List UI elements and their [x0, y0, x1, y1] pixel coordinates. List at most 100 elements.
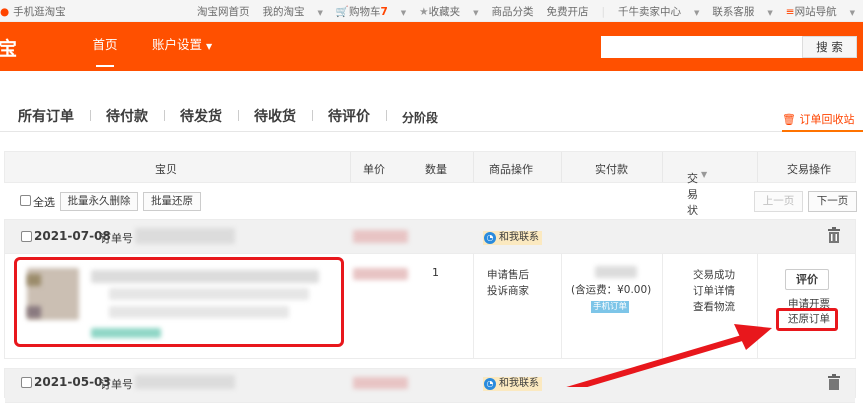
- prev-page-button[interactable]: 上一页: [754, 191, 803, 212]
- divider: [561, 152, 562, 182]
- order-checkbox[interactable]: [21, 231, 32, 242]
- site-topbar: ● 手机逛淘宝 淘宝网首页 我的淘宝 ▼ 🛒购物车7 ▼ ★收藏夹 ▼ 商品分类 免费开…: [0, 0, 863, 22]
- divider: [473, 254, 474, 358]
- mobile-taobao-link[interactable]: ● 手机逛淘宝: [0, 4, 66, 19]
- order-number-label: 订单号: [100, 378, 133, 391]
- main-header: 宝 首页 账户设置 ▼ 搜 索: [0, 22, 863, 71]
- cart-icon: 🛒: [335, 6, 349, 18]
- order-detail-link[interactable]: 订单详情: [689, 283, 739, 299]
- chevron-down-icon: ▼: [317, 9, 323, 17]
- after-sale-link[interactable]: 申请售后: [487, 267, 529, 283]
- tab-installment[interactable]: 分阶段: [402, 109, 438, 126]
- search-input[interactable]: [601, 36, 802, 58]
- item-ops: 申请售后 投诉商家: [487, 267, 529, 299]
- review-button[interactable]: 评价: [785, 269, 829, 290]
- divider: [90, 110, 91, 121]
- order-table-header: 宝贝 单价 数量 商品操作 实付款 交易状态▼ 交易操作: [4, 151, 856, 233]
- complain-link[interactable]: 投诉商家: [487, 283, 529, 299]
- chat-icon: ◔: [484, 378, 496, 390]
- service-link[interactable]: 联系客服 ▼: [712, 4, 772, 19]
- nav-home[interactable]: 首页: [82, 22, 128, 71]
- col-unit-price: 单价: [363, 163, 385, 176]
- divider: [662, 152, 663, 182]
- chevron-down-icon: ▼: [694, 9, 700, 17]
- status-success: 交易成功: [693, 269, 735, 281]
- batch-delete-button[interactable]: 批量永久删除: [60, 192, 138, 211]
- chevron-down-icon: ▼: [400, 9, 407, 17]
- col-quantity: 数量: [425, 163, 447, 176]
- redacted-unit-price: [353, 268, 408, 280]
- active-underline: [96, 65, 114, 67]
- search-button[interactable]: 搜 索: [802, 36, 857, 58]
- seller-center-link[interactable]: 千牛卖家中心 ▼: [618, 4, 699, 19]
- mobile-order-badge: 手机订单: [591, 301, 629, 313]
- divider: [757, 254, 758, 358]
- select-all-label[interactable]: 全选: [33, 194, 55, 210]
- site-nav-link[interactable]: ≡网站导航 ▼: [786, 4, 855, 19]
- divider: [757, 152, 758, 182]
- chevron-down-icon: ▼: [206, 42, 213, 51]
- chevron-down-icon: ▼: [473, 9, 479, 17]
- trade-status: 交易成功 订单详情 查看物流: [689, 267, 739, 315]
- batch-actions-row: 全选 批量永久删除 批量还原 上一页 下一页: [0, 189, 863, 215]
- divider: [164, 110, 165, 121]
- divider: |: [601, 5, 606, 18]
- order-header: 2021-07-08 订单号 ◔ 和我联系: [5, 220, 855, 254]
- batch-restore-button[interactable]: 批量还原: [143, 192, 201, 211]
- open-shop-link[interactable]: 免费开店: [546, 4, 588, 19]
- chevron-down-icon: ▼: [701, 170, 708, 179]
- divider: [473, 152, 474, 182]
- redacted-shop-name: [353, 230, 408, 243]
- tab-to-pay[interactable]: 待付款: [106, 106, 148, 126]
- topbar-links: 淘宝网首页 我的淘宝 ▼ 🛒购物车7 ▼ ★收藏夹 ▼ 商品分类 免费开店 | 千牛卖…: [184, 4, 855, 19]
- redacted-order-number: [135, 228, 235, 244]
- order-number-label: 订单号: [100, 232, 133, 245]
- location-pin-icon: ●: [0, 6, 10, 18]
- chevron-down-icon: ▼: [767, 9, 773, 17]
- divider: [561, 254, 562, 358]
- shipping-fee-note: (含运费：¥0.00): [571, 284, 652, 296]
- col-item-ops: 商品操作: [489, 163, 533, 176]
- my-taobao-link[interactable]: 我的淘宝 ▼: [262, 4, 322, 19]
- divider: [238, 110, 239, 121]
- chevron-down-icon: ▼: [849, 9, 855, 17]
- highlight-box-restore: [776, 308, 838, 331]
- next-page-button[interactable]: 下一页: [808, 191, 857, 212]
- order-header: 2021-05-03 订单号 ◔ 和我联系: [5, 369, 855, 403]
- redacted-shop-name: [353, 377, 408, 389]
- home-link[interactable]: 淘宝网首页: [197, 4, 250, 19]
- chat-icon: ◔: [484, 232, 496, 244]
- trash-icon: 🗑: [782, 113, 796, 126]
- delete-order-trash-icon[interactable]: [827, 227, 841, 246]
- active-tab-underline: [782, 130, 863, 132]
- divider: [662, 254, 663, 358]
- redacted-paid-amount: [595, 266, 637, 278]
- delete-order-trash-icon[interactable]: [827, 374, 841, 393]
- contact-seller-button[interactable]: ◔ 和我联系: [483, 377, 542, 391]
- item-quantity: 1: [432, 266, 439, 279]
- tab-to-receive[interactable]: 待收货: [254, 106, 296, 126]
- highlight-box-product: [14, 257, 344, 347]
- divider: [350, 152, 351, 182]
- menu-icon: ≡: [785, 6, 795, 18]
- col-trade-ops: 交易操作: [787, 163, 831, 176]
- cart-count: 7: [380, 6, 388, 18]
- tab-to-ship[interactable]: 待发货: [180, 106, 222, 126]
- select-all-checkbox[interactable]: [20, 195, 31, 206]
- logistics-link[interactable]: 查看物流: [689, 299, 739, 315]
- star-icon: ★: [419, 6, 429, 18]
- tab-to-review[interactable]: 待评价: [328, 106, 370, 126]
- categories-link[interactable]: 商品分类: [491, 4, 533, 19]
- nav-account-settings[interactable]: 账户设置 ▼: [152, 22, 212, 70]
- taobao-logo[interactable]: 宝: [0, 34, 17, 61]
- tab-recycle-bin[interactable]: 🗑 订单回收站: [782, 111, 854, 127]
- order-block: 2021-05-03 订单号 ◔ 和我联系: [4, 368, 856, 403]
- tab-all-orders[interactable]: 所有订单: [18, 106, 74, 126]
- cart-link[interactable]: 🛒购物车7 ▼: [336, 4, 406, 19]
- contact-seller-button[interactable]: ◔ 和我联系: [483, 231, 542, 245]
- order-tabs: 所有订单 待付款 待发货 待收货 待评价 分阶段 🗑 订单回收站: [0, 100, 863, 132]
- favorites-link[interactable]: ★收藏夹 ▼: [419, 4, 478, 19]
- order-checkbox[interactable]: [21, 377, 32, 388]
- divider: [386, 110, 387, 121]
- col-paid: 实付款: [595, 163, 628, 176]
